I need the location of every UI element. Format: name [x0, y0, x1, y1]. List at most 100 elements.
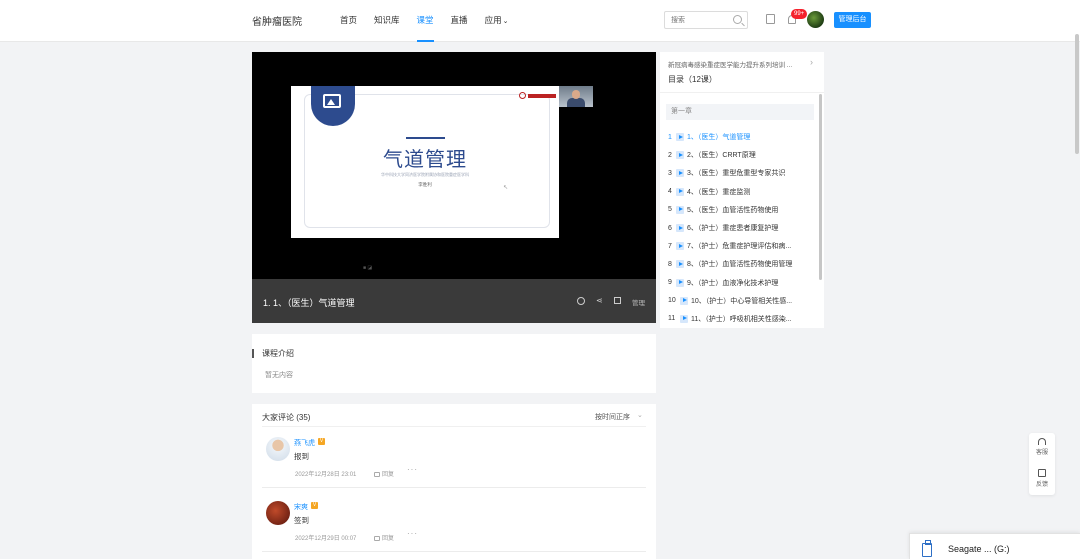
edit-icon[interactable] [766, 14, 775, 24]
lesson-title: 11、（护士）呼吸机相关性感染... [691, 315, 792, 323]
page-scrollbar[interactable] [1075, 34, 1079, 154]
customer-service-button[interactable]: 客服 [1029, 438, 1055, 456]
lesson-title: 3、（医生）重型危重型专家共识 [687, 170, 786, 178]
play-icon [676, 278, 684, 287]
comment-author[interactable]: 宋爽 V [294, 502, 318, 512]
chevron-right-icon[interactable]: › [810, 57, 813, 67]
comments-title: 大家评论 (35) [262, 413, 311, 422]
more-icon[interactable]: ··· [407, 465, 418, 474]
lesson-item[interactable]: 11 11、（护士）呼吸机相关性感染... [668, 310, 816, 328]
image-icon [323, 94, 341, 108]
main-nav: 首页 知识库 课堂 直播 应用⌄ [340, 0, 525, 42]
play-icon [676, 242, 684, 251]
nav-knowledge[interactable]: 知识库 [374, 0, 400, 42]
lesson-item[interactable]: 9 9、（护士）血液净化技术护理 [668, 274, 816, 292]
nav-live[interactable]: 直播 [451, 0, 468, 42]
search-box[interactable] [664, 11, 748, 29]
chevron-down-icon[interactable]: ⌄ [637, 411, 643, 419]
notification-text: Seagate ... (G:) [948, 544, 1010, 554]
comments-section: 大家评论 (35) 按时间正序 ⌄ 燕飞虎 V 报到 2022年12月28日 23… [252, 404, 656, 559]
play-icon [676, 187, 684, 196]
reply-button[interactable]: 回复 [374, 533, 394, 542]
presenter-camera [559, 86, 593, 107]
lesson-title: 10、（护士）中心导管相关性感... [691, 297, 793, 305]
qr-icon[interactable] [614, 297, 621, 304]
play-icon [676, 205, 684, 214]
lesson-item[interactable]: 4 4、（医生）重症监测 [668, 183, 816, 201]
lesson-playlist: 新冠病毒感染重症医学能力提升系列培训 ... › 目录（12课） 第一章 1 1、… [660, 52, 824, 328]
lesson-number: 4 [668, 188, 672, 196]
reply-label: 回复 [382, 536, 395, 542]
lesson-item[interactable]: 7 7、（护士）危重症护理评估和病... [668, 237, 816, 255]
comment-time: 2022年12月28日 23:01 [295, 472, 357, 478]
play-icon [676, 133, 684, 142]
divider [660, 92, 824, 93]
play-icon [676, 260, 684, 269]
lesson-number: 9 [668, 279, 672, 287]
lesson-number: 1 [668, 133, 672, 141]
usb-drive-notification[interactable]: Seagate ... (G:) [909, 533, 1080, 559]
comment-text: 报到 [294, 452, 309, 461]
comment-author[interactable]: 燕飞虎 V [294, 438, 325, 448]
slide-toolbar-icons: ■ ◪ [363, 265, 373, 271]
video-player[interactable]: 气道管理 华中科技大学同济医学院附属协和医院重症医学科 李胜利 ↖ ■ ◪ 1.… [252, 52, 656, 323]
nav-home[interactable]: 首页 [340, 0, 357, 42]
lesson-number: 6 [668, 224, 672, 232]
sort-dropdown[interactable]: 按时间正序 [595, 412, 630, 422]
manage-button[interactable]: 管理 [632, 297, 645, 307]
play-icon [680, 296, 688, 305]
play-icon [676, 151, 684, 160]
feedback-icon [1038, 469, 1046, 477]
lesson-item[interactable]: 3 3、（医生）重型危重型专家共识 [668, 164, 816, 182]
comment-item: 燕飞虎 V 报到 2022年12月28日 23:01 回复 ··· [262, 430, 646, 488]
reply-button[interactable]: 回复 [374, 469, 394, 478]
verified-badge: V [318, 438, 325, 445]
search-input[interactable] [665, 12, 729, 28]
avatar[interactable] [266, 501, 290, 525]
lesson-item[interactable]: 8 8、（护士）血管活性药物使用管理 [668, 255, 816, 273]
lesson-title: 2、（医生）CRRT原理 [687, 152, 756, 160]
lesson-title: 9、（护士）血液净化技术护理 [687, 279, 779, 287]
feedback-button[interactable]: 反馈 [1029, 469, 1055, 488]
intro-body: 暂无内容 [265, 372, 293, 379]
lesson-item[interactable]: 10 10、（护士）中心导管相关性感... [668, 292, 816, 310]
lesson-number: 8 [668, 260, 672, 268]
seal-icon [519, 92, 526, 100]
lesson-number: 5 [668, 206, 672, 214]
search-icon[interactable] [733, 15, 742, 24]
feedback-label: 反馈 [1035, 482, 1048, 488]
admin-button[interactable]: 管理后台 [834, 12, 871, 28]
service-label: 客服 [1035, 450, 1048, 456]
presenter-body [567, 98, 585, 107]
course-title[interactable]: 新冠病毒感染重症医学能力提升系列培训 ... [668, 59, 808, 69]
user-avatar[interactable] [807, 11, 824, 28]
lesson-title: 6、（护士）重症患者康复护理 [687, 225, 779, 233]
lesson-title: 1、（医生）气道管理 [687, 134, 751, 142]
brand-name[interactable]: 省肿瘤医院 [252, 13, 302, 28]
lesson-title: 5、（医生）血管活性药物使用 [687, 206, 779, 214]
chapter-header[interactable]: 第一章 [666, 104, 814, 120]
hospital-logo [519, 91, 559, 100]
slide-frame: 气道管理 华中科技大学同济医学院附属协和医院重症医学科 李胜利 ↖ ■ ◪ [291, 86, 559, 271]
nav-classroom[interactable]: 课堂 [416, 0, 434, 42]
lesson-number: 2 [668, 151, 672, 159]
share-icon[interactable]: ⋖ [596, 297, 604, 305]
more-icon[interactable]: ··· [407, 529, 418, 538]
lesson-item[interactable]: 5 5、（医生）血管活性药物使用 [668, 201, 816, 219]
lesson-item[interactable]: 1 1、（医生）气道管理 [668, 128, 816, 146]
top-header: 省肿瘤医院 首页 知识库 课堂 直播 应用⌄ 99+ 管理后台 [0, 0, 1080, 42]
headset-icon [1038, 438, 1046, 445]
lesson-item[interactable]: 6 6、（护士）重症患者康复护理 [668, 219, 816, 237]
intro-title: 课程介绍 [262, 349, 294, 358]
lesson-number: 3 [668, 169, 672, 177]
nav-apps[interactable]: 应用⌄ [485, 0, 509, 42]
usb-drive-icon [922, 540, 932, 557]
author-name: 燕飞虎 [294, 440, 315, 447]
reply-label: 回复 [382, 472, 395, 478]
avatar[interactable] [266, 437, 290, 461]
lesson-item[interactable]: 2 2、（医生）CRRT原理 [668, 146, 816, 164]
lesson-title: 7、（护士）危重症护理评估和病... [687, 243, 792, 251]
playlist-scrollbar[interactable] [819, 94, 822, 280]
divider [262, 426, 646, 427]
clock-icon[interactable] [577, 297, 585, 305]
